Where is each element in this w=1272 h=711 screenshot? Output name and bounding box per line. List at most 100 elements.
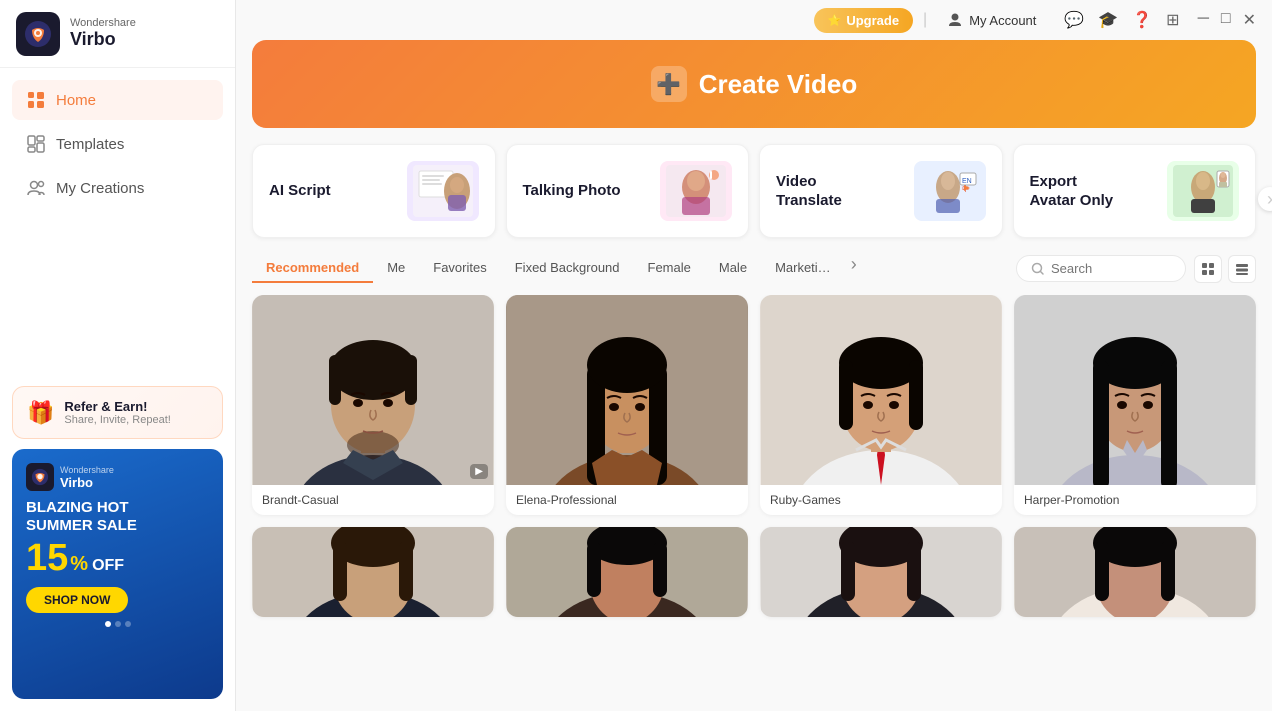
feature-card-ai-script[interactable]: AI Script [252,144,496,238]
templates-icon [26,134,46,154]
sidebar-item-home[interactable]: Home [12,80,223,120]
avatar-card-7[interactable] [760,527,1002,617]
avatar-image-8 [1014,527,1256,617]
talking-photo-preview [660,161,732,221]
avatar-card-8[interactable] [1014,527,1256,617]
titlebar-icons: 💬 🎓 ❓ ⊞ [1064,10,1179,30]
main-content: Upgrade | My Account 💬 🎓 ❓ ⊞ ─ □ ✕ ➕ Cre… [236,0,1272,711]
promo-dot-3 [125,621,131,627]
banner-icon: ➕ [651,66,687,102]
filter-tab-recommended[interactable]: Recommended [252,254,373,283]
refer-card[interactable]: 🎁 Refer & Earn! Share, Invite, Repeat! [12,386,223,439]
logo-brand: Wondershare [70,17,136,29]
plus-icon: ➕ [656,72,681,97]
talking-photo-label: Talking Photo [523,181,621,201]
promo-dot-1 [105,621,111,627]
minimize-button[interactable]: ─ [1198,10,1209,30]
feature-card-talking-photo[interactable]: Talking Photo [506,144,750,238]
avatar-grid: ▶ Brandt-Casual [236,295,1272,633]
filter-tab-male[interactable]: Male [705,254,761,283]
promo-name: Virbo [60,475,114,490]
avatar-image-7 [760,527,1002,617]
templates-label: Templates [56,136,124,153]
sidebar-bottom: 🎁 Refer & Earn! Share, Invite, Repeat! W… [0,374,235,711]
promo-logo-icon [26,463,54,491]
avatar-card-ruby[interactable]: Ruby-Games [760,295,1002,515]
my-account-label: My Account [969,13,1036,28]
help-icon[interactable]: ❓ [1132,10,1152,30]
banner-title: Create Video [699,69,857,100]
avatar-8-svg [1014,527,1256,617]
filter-more-button[interactable]: › [845,254,863,283]
message-icon[interactable]: 💬 [1064,10,1084,30]
export-avatar-preview [1167,161,1239,221]
talking-photo-image [666,165,726,217]
avatar-elena-svg [506,295,748,485]
export-avatar-image [1173,165,1233,217]
create-video-banner[interactable]: ➕ Create Video [252,40,1256,128]
avatar-image-ruby [760,295,1002,485]
filter-tabs: Recommended Me Favorites Fixed Backgroun… [252,254,1004,283]
logo-area: Wondershare Virbo [0,0,235,68]
list-view-button[interactable] [1228,255,1256,283]
video-translate-image: EN 中 [920,165,980,217]
promo-dot-2 [115,621,121,627]
sidebar: Wondershare Virbo Home Templates [0,0,236,711]
filter-tab-favorites[interactable]: Favorites [419,254,500,283]
avatar-card-5[interactable] [252,527,494,617]
refer-text: Refer & Earn! Share, Invite, Repeat! [64,399,170,426]
my-account-button[interactable]: My Account [937,7,1046,33]
sidebar-nav: Home Templates My Creations [0,68,235,374]
refer-title: Refer & Earn! [64,399,170,414]
filter-tab-marketing[interactable]: Marketi… [761,254,845,283]
avatar-name-elena: Elena-Professional [506,485,748,515]
academic-icon[interactable]: 🎓 [1098,10,1118,30]
promo-discount: 15 % OFF [26,539,209,577]
feature-card-video-translate[interactable]: VideoTranslate EN 中 [759,144,1003,238]
my-creations-label: My Creations [56,180,144,197]
search-icon [1031,262,1045,276]
filter-tab-me[interactable]: Me [373,254,419,283]
grid-icon[interactable]: ⊞ [1166,10,1179,30]
avatar-card-elena[interactable]: Elena-Professional [506,295,748,515]
avatar-image-harper [1014,295,1256,485]
feature-card-export-avatar[interactable]: ExportAvatar Only [1013,144,1257,238]
promo-logo: Wondershare Virbo [26,463,209,491]
avatar-card-6[interactable] [506,527,748,617]
feature-cards-container: AI Script Talking Photo [236,144,1272,254]
logo-name: Virbo [70,29,136,50]
avatar-card-brandt[interactable]: ▶ Brandt-Casual [252,295,494,515]
ai-script-image [413,165,473,217]
close-button[interactable]: ✕ [1243,10,1256,30]
refer-emoji: 🎁 [27,400,54,426]
filter-tab-fixed-background[interactable]: Fixed Background [501,254,634,283]
avatar-card-harper[interactable]: Harper-Promotion [1014,295,1256,515]
avatar-name-ruby: Ruby-Games [760,485,1002,515]
search-input[interactable] [1051,261,1171,276]
video-translate-label: VideoTranslate [776,172,842,211]
promo-pct-sign: % [70,553,88,576]
avatar-harper-svg [1014,295,1256,485]
promo-card[interactable]: Wondershare Virbo BLAZING HOTSUMMER SALE… [12,449,223,699]
video-translate-preview: EN 中 [914,161,986,221]
home-icon [26,90,46,110]
grid-view-button[interactable] [1194,255,1222,283]
promo-percent: 15 [26,539,68,577]
maximize-button[interactable]: □ [1221,10,1231,30]
window-controls: ─ □ ✕ [1198,10,1256,30]
sidebar-item-my-creations[interactable]: My Creations [12,168,223,208]
promo-dots [26,621,209,627]
upgrade-button[interactable]: Upgrade [814,8,913,33]
shop-now-button[interactable]: SHOP NOW [26,587,128,613]
avatar-image-elena [506,295,748,485]
filter-tab-female[interactable]: Female [634,254,705,283]
list-view-icon [1235,262,1249,276]
avatar-image-5 [252,527,494,617]
search-box[interactable] [1016,255,1186,282]
avatar-brandt-svg [252,295,494,485]
scroll-right-button[interactable]: › [1258,187,1272,211]
avatar-6-svg [506,527,748,617]
sidebar-item-templates[interactable]: Templates [12,124,223,164]
avatar-badge: ▶ [470,464,488,479]
avatar-image-6 [506,527,748,617]
